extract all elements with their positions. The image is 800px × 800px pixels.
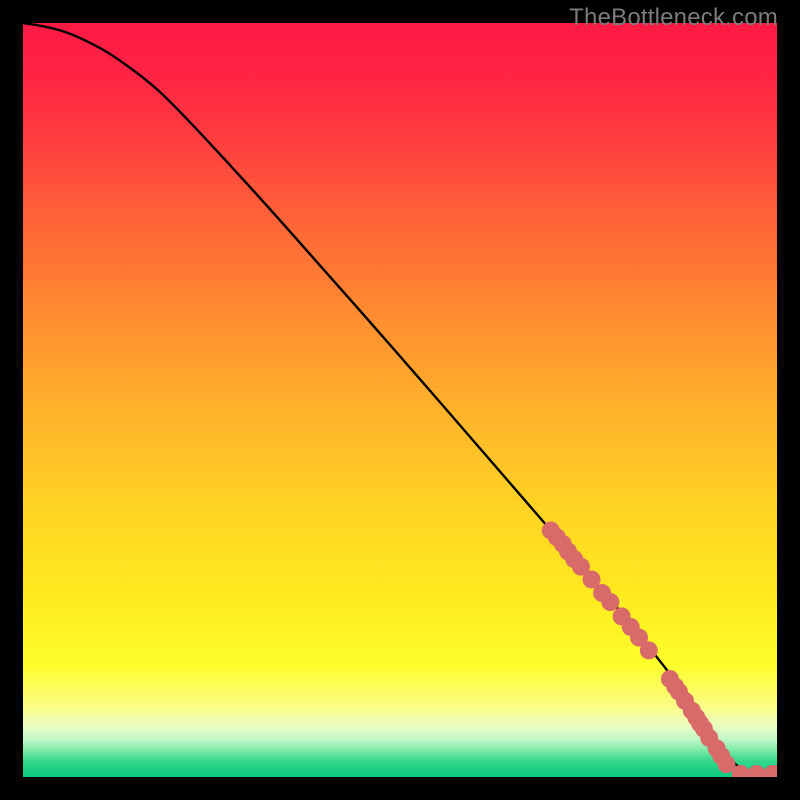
watermark-text: TheBottleneck.com — [569, 4, 778, 32]
chart-container: TheBottleneck.com — [0, 0, 800, 800]
chart-svg — [23, 23, 777, 777]
plot-area — [23, 23, 777, 777]
data-marker — [640, 641, 658, 659]
data-marker — [601, 593, 619, 611]
plot-background — [23, 23, 777, 777]
